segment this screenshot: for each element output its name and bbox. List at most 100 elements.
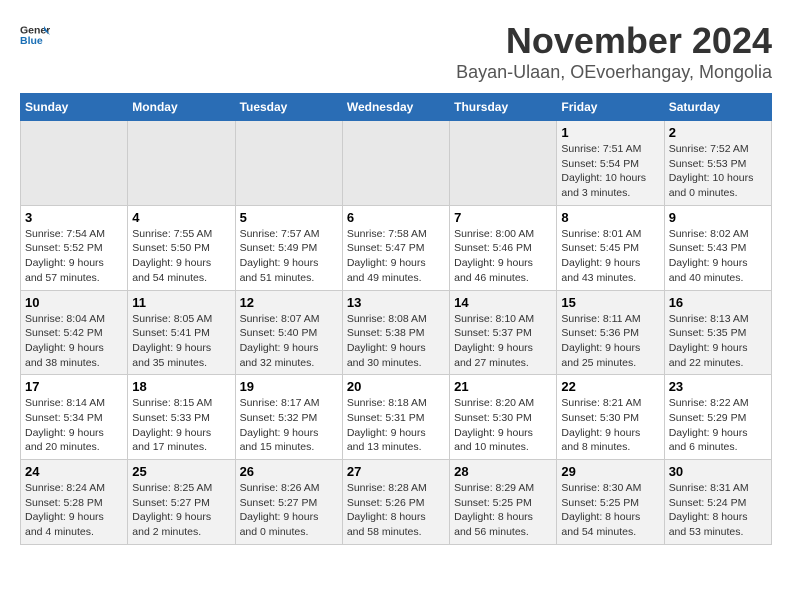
- day-number: 30: [669, 464, 767, 479]
- calendar-cell: 18 Sunrise: 8:15 AMSunset: 5:33 PMDayligh…: [128, 375, 235, 460]
- svg-text:Blue: Blue: [20, 35, 43, 47]
- cell-info: Sunrise: 8:21 AMSunset: 5:30 PMDaylight:…: [561, 396, 659, 455]
- day-number: 25: [132, 464, 230, 479]
- calendar-cell: 20Sunrise: 8:18 AMSunset: 5:31 PMDayligh…: [342, 375, 449, 460]
- cell-info: Sunrise: 7:52 AMSunset: 5:53 PMDaylight:…: [669, 142, 767, 201]
- calendar-cell: [128, 121, 235, 206]
- cell-info: Sunrise: 8:00 AMSunset: 5:46 PMDaylight:…: [454, 227, 552, 286]
- cell-info: Sunrise: 8:13 AMSunset: 5:35 PMDaylight:…: [669, 312, 767, 371]
- cell-info: Sunrise: 8:24 AMSunset: 5:28 PMDaylight:…: [25, 481, 123, 540]
- cell-info: Sunrise: 8:05 AMSunset: 5:41 PMDaylight:…: [132, 312, 230, 371]
- calendar-cell: 30Sunrise: 8:31 AMSunset: 5:24 PMDayligh…: [664, 460, 771, 545]
- day-number: 13: [347, 295, 445, 310]
- calendar-cell: 6 Sunrise: 7:58 AMSunset: 5:47 PMDaylight…: [342, 205, 449, 290]
- calendar-table: SundayMondayTuesdayWednesdayThursdayFrid…: [20, 93, 772, 545]
- day-number: 21: [454, 379, 552, 394]
- calendar-cell: 22 Sunrise: 8:21 AMSunset: 5:30 PMDayligh…: [557, 375, 664, 460]
- cell-info: Sunrise: 8:18 AMSunset: 5:31 PMDaylight:…: [347, 396, 445, 455]
- cell-info: Sunrise: 7:54 AMSunset: 5:52 PMDaylight:…: [25, 227, 123, 286]
- calendar-cell: 14Sunrise: 8:10 AMSunset: 5:37 PMDayligh…: [450, 290, 557, 375]
- day-number: 11: [132, 295, 230, 310]
- day-number: 28: [454, 464, 552, 479]
- calendar-cell: 19 Sunrise: 8:17 AMSunset: 5:32 PMDayligh…: [235, 375, 342, 460]
- day-number: 27: [347, 464, 445, 479]
- day-number: 4: [132, 210, 230, 225]
- day-number: 9: [669, 210, 767, 225]
- day-number: 19: [240, 379, 338, 394]
- header: General Blue November 2024 Bayan-Ulaan, …: [20, 20, 772, 83]
- title-section: November 2024 Bayan-Ulaan, OEvoerhangay,…: [456, 20, 772, 83]
- cell-info: Sunrise: 8:17 AMSunset: 5:32 PMDaylight:…: [240, 396, 338, 455]
- day-number: 12: [240, 295, 338, 310]
- calendar-week-3: 10Sunrise: 8:04 AMSunset: 5:42 PMDayligh…: [21, 290, 772, 375]
- calendar-cell: 7 Sunrise: 8:00 AMSunset: 5:46 PMDaylight…: [450, 205, 557, 290]
- day-number: 6: [347, 210, 445, 225]
- calendar-cell: 4 Sunrise: 7:55 AMSunset: 5:50 PMDaylight…: [128, 205, 235, 290]
- cell-info: Sunrise: 8:15 AMSunset: 5:33 PMDaylight:…: [132, 396, 230, 455]
- cell-info: Sunrise: 8:26 AMSunset: 5:27 PMDaylight:…: [240, 481, 338, 540]
- calendar-cell: 27 Sunrise: 8:28 AMSunset: 5:26 PMDayligh…: [342, 460, 449, 545]
- cell-info: Sunrise: 8:25 AMSunset: 5:27 PMDaylight:…: [132, 481, 230, 540]
- calendar-cell: 12 Sunrise: 8:07 AMSunset: 5:40 PMDayligh…: [235, 290, 342, 375]
- calendar-cell: 1Sunrise: 7:51 AMSunset: 5:54 PMDaylight…: [557, 121, 664, 206]
- weekday-header-row: SundayMondayTuesdayWednesdayThursdayFrid…: [21, 94, 772, 121]
- calendar-cell: 13 Sunrise: 8:08 AMSunset: 5:38 PMDayligh…: [342, 290, 449, 375]
- calendar-cell: 17 Sunrise: 8:14 AMSunset: 5:34 PMDayligh…: [21, 375, 128, 460]
- day-number: 22: [561, 379, 659, 394]
- cell-info: Sunrise: 7:57 AMSunset: 5:49 PMDaylight:…: [240, 227, 338, 286]
- weekday-header-friday: Friday: [557, 94, 664, 121]
- day-number: 18: [132, 379, 230, 394]
- day-number: 29: [561, 464, 659, 479]
- calendar-week-2: 3 Sunrise: 7:54 AMSunset: 5:52 PMDaylight…: [21, 205, 772, 290]
- calendar-cell: 3 Sunrise: 7:54 AMSunset: 5:52 PMDaylight…: [21, 205, 128, 290]
- weekday-header-monday: Monday: [128, 94, 235, 121]
- weekday-header-wednesday: Wednesday: [342, 94, 449, 121]
- logo-svg: General Blue: [20, 20, 50, 50]
- weekday-header-sunday: Sunday: [21, 94, 128, 121]
- weekday-header-thursday: Thursday: [450, 94, 557, 121]
- cell-info: Sunrise: 8:08 AMSunset: 5:38 PMDaylight:…: [347, 312, 445, 371]
- calendar-cell: 2 Sunrise: 7:52 AMSunset: 5:53 PMDaylight…: [664, 121, 771, 206]
- cell-info: Sunrise: 8:04 AMSunset: 5:42 PMDaylight:…: [25, 312, 123, 371]
- calendar-cell: 28Sunrise: 8:29 AMSunset: 5:25 PMDayligh…: [450, 460, 557, 545]
- cell-info: Sunrise: 8:01 AMSunset: 5:45 PMDaylight:…: [561, 227, 659, 286]
- calendar-cell: 23Sunrise: 8:22 AMSunset: 5:29 PMDayligh…: [664, 375, 771, 460]
- day-number: 8: [561, 210, 659, 225]
- day-number: 2: [669, 125, 767, 140]
- calendar-cell: 29 Sunrise: 8:30 AMSunset: 5:25 PMDayligh…: [557, 460, 664, 545]
- cell-info: Sunrise: 8:11 AMSunset: 5:36 PMDaylight:…: [561, 312, 659, 371]
- calendar-cell: [450, 121, 557, 206]
- day-number: 3: [25, 210, 123, 225]
- calendar-cell: [21, 121, 128, 206]
- day-number: 24: [25, 464, 123, 479]
- logo: General Blue: [20, 20, 50, 50]
- calendar-cell: [235, 121, 342, 206]
- calendar-cell: 10Sunrise: 8:04 AMSunset: 5:42 PMDayligh…: [21, 290, 128, 375]
- page-title: November 2024: [456, 20, 772, 62]
- calendar-cell: 8 Sunrise: 8:01 AMSunset: 5:45 PMDaylight…: [557, 205, 664, 290]
- calendar-cell: 16 Sunrise: 8:13 AMSunset: 5:35 PMDayligh…: [664, 290, 771, 375]
- calendar-cell: 15Sunrise: 8:11 AMSunset: 5:36 PMDayligh…: [557, 290, 664, 375]
- calendar-cell: 25 Sunrise: 8:25 AMSunset: 5:27 PMDayligh…: [128, 460, 235, 545]
- day-number: 17: [25, 379, 123, 394]
- cell-info: Sunrise: 7:51 AMSunset: 5:54 PMDaylight:…: [561, 142, 659, 201]
- cell-info: Sunrise: 8:10 AMSunset: 5:37 PMDaylight:…: [454, 312, 552, 371]
- day-number: 7: [454, 210, 552, 225]
- cell-info: Sunrise: 8:14 AMSunset: 5:34 PMDaylight:…: [25, 396, 123, 455]
- calendar-cell: 11 Sunrise: 8:05 AMSunset: 5:41 PMDayligh…: [128, 290, 235, 375]
- calendar-cell: 21 Sunrise: 8:20 AMSunset: 5:30 PMDayligh…: [450, 375, 557, 460]
- cell-info: Sunrise: 8:28 AMSunset: 5:26 PMDaylight:…: [347, 481, 445, 540]
- calendar-week-4: 17 Sunrise: 8:14 AMSunset: 5:34 PMDayligh…: [21, 375, 772, 460]
- cell-info: Sunrise: 7:58 AMSunset: 5:47 PMDaylight:…: [347, 227, 445, 286]
- cell-info: Sunrise: 8:30 AMSunset: 5:25 PMDaylight:…: [561, 481, 659, 540]
- calendar-week-1: 1Sunrise: 7:51 AMSunset: 5:54 PMDaylight…: [21, 121, 772, 206]
- cell-info: Sunrise: 7:55 AMSunset: 5:50 PMDaylight:…: [132, 227, 230, 286]
- day-number: 26: [240, 464, 338, 479]
- calendar-week-5: 24 Sunrise: 8:24 AMSunset: 5:28 PMDayligh…: [21, 460, 772, 545]
- day-number: 16: [669, 295, 767, 310]
- page-subtitle: Bayan-Ulaan, OEvoerhangay, Mongolia: [456, 62, 772, 83]
- cell-info: Sunrise: 8:07 AMSunset: 5:40 PMDaylight:…: [240, 312, 338, 371]
- cell-info: Sunrise: 8:22 AMSunset: 5:29 PMDaylight:…: [669, 396, 767, 455]
- calendar-cell: 26 Sunrise: 8:26 AMSunset: 5:27 PMDayligh…: [235, 460, 342, 545]
- cell-info: Sunrise: 8:20 AMSunset: 5:30 PMDaylight:…: [454, 396, 552, 455]
